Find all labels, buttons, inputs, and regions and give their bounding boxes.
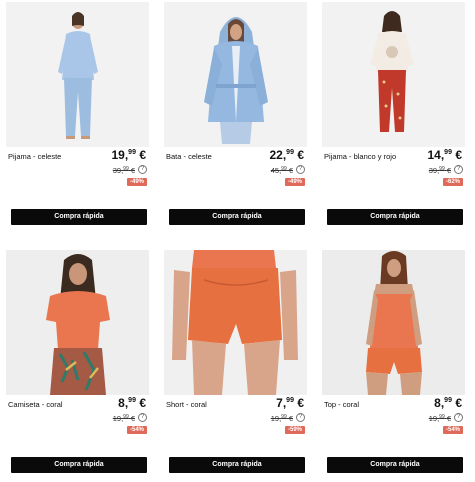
product-card[interactable]: Short - coral 7,99 € 19,99 € ? -59% Comp… xyxy=(161,248,309,478)
original-price: 19,99 € xyxy=(270,414,293,423)
product-card[interactable]: Camiseta - coral 8,99 € 19,99 € ? -54% C… xyxy=(3,248,151,478)
product-card[interactable]: Top - coral 8,99 € 19,99 € ? -54% Compra… xyxy=(319,248,467,478)
price-help-icon[interactable]: ? xyxy=(296,413,305,422)
discount-badge: -62% xyxy=(442,178,463,186)
product-name[interactable]: Camiseta - coral xyxy=(8,400,63,409)
discount-badge: -54% xyxy=(126,426,147,434)
quick-buy-button[interactable]: Compra rápida xyxy=(327,457,463,473)
product-name[interactable]: Pijama - blanco y rojo xyxy=(324,152,396,161)
product-card[interactable]: Pijama - blanco y rojo 14,99 € 39,99 € ?… xyxy=(319,0,467,230)
discount-badge: -49% xyxy=(126,178,147,186)
product-image[interactable] xyxy=(322,250,465,395)
quick-buy-button[interactable]: Compra rápida xyxy=(169,209,305,225)
quick-buy-button[interactable]: Compra rápida xyxy=(11,457,147,473)
quick-buy-button[interactable]: Compra rápida xyxy=(169,457,305,473)
product-price: 8,99 € xyxy=(434,396,462,410)
price-help-icon[interactable]: ? xyxy=(138,165,147,174)
product-image[interactable] xyxy=(6,2,149,147)
product-card[interactable]: Pijama - celeste 19,99 € 39,99 € ? -49% … xyxy=(3,0,151,230)
product-price: 22,99 € xyxy=(269,148,304,162)
price-help-icon[interactable]: ? xyxy=(454,165,463,174)
product-card[interactable]: Bata - celeste 22,99 € 45,99 € ? -49% Co… xyxy=(161,0,309,230)
discount-badge: -49% xyxy=(284,178,305,186)
product-name[interactable]: Bata - celeste xyxy=(166,152,212,161)
product-image[interactable] xyxy=(322,2,465,147)
original-price: 19,99 € xyxy=(428,414,451,423)
product-price: 14,99 € xyxy=(427,148,462,162)
product-price: 8,99 € xyxy=(118,396,146,410)
discount-badge: -54% xyxy=(442,426,463,434)
price-help-icon[interactable]: ? xyxy=(296,165,305,174)
product-image[interactable] xyxy=(164,2,307,147)
discount-badge: -59% xyxy=(284,426,305,434)
product-price: 19,99 € xyxy=(111,148,146,162)
original-price: 39,99 € xyxy=(112,166,135,175)
quick-buy-button[interactable]: Compra rápida xyxy=(11,209,147,225)
product-price: 7,99 € xyxy=(276,396,304,410)
price-help-icon[interactable]: ? xyxy=(454,413,463,422)
original-price: 45,99 € xyxy=(270,166,293,175)
product-grid: Pijama - celeste 19,99 € 39,99 € ? -49% … xyxy=(0,0,475,482)
original-price: 39,99 € xyxy=(428,166,451,175)
quick-buy-button[interactable]: Compra rápida xyxy=(327,209,463,225)
product-image[interactable] xyxy=(6,250,149,395)
product-name[interactable]: Short - coral xyxy=(166,400,207,409)
product-name[interactable]: Pijama - celeste xyxy=(8,152,61,161)
product-name[interactable]: Top - coral xyxy=(324,400,359,409)
price-help-icon[interactable]: ? xyxy=(138,413,147,422)
original-price: 19,99 € xyxy=(112,414,135,423)
product-image[interactable] xyxy=(164,250,307,395)
